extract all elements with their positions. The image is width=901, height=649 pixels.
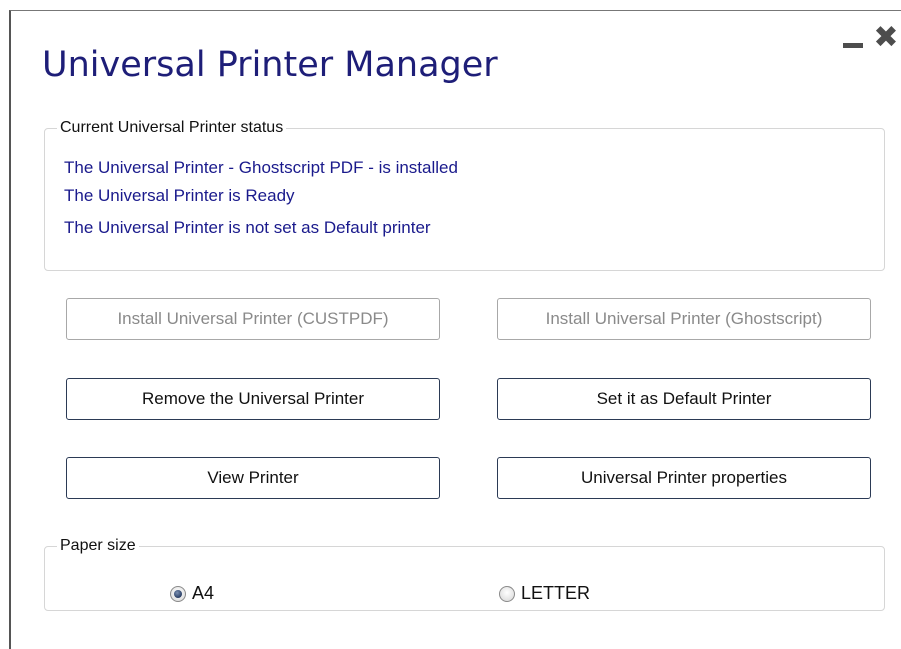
paper-size-group: Paper size A4 LETTER bbox=[44, 537, 885, 611]
install-ghostscript-button[interactable]: Install Universal Printer (Ghostscript) bbox=[497, 298, 871, 340]
radio-a4-indicator[interactable] bbox=[170, 585, 186, 602]
radio-a4[interactable]: A4 bbox=[170, 583, 214, 604]
set-default-printer-button[interactable]: Set it as Default Printer bbox=[497, 378, 871, 420]
app-title: Universal Printer Manager bbox=[42, 45, 498, 85]
radio-letter[interactable]: LETTER bbox=[499, 583, 590, 604]
printer-manager-window: ✖ Universal Printer Manager Current Univ… bbox=[9, 10, 901, 649]
status-line-default: The Universal Printer is not set as Defa… bbox=[64, 218, 431, 237]
status-group: Current Universal Printer status The Uni… bbox=[44, 119, 885, 271]
status-line-installed: The Universal Printer - Ghostscript PDF … bbox=[64, 158, 458, 177]
paper-size-legend: Paper size bbox=[60, 537, 136, 554]
titlebar-controls: ✖ bbox=[831, 11, 901, 53]
radio-letter-indicator[interactable] bbox=[499, 585, 515, 602]
close-icon[interactable]: ✖ bbox=[873, 23, 899, 53]
radio-a4-label: A4 bbox=[192, 583, 215, 603]
install-custpdf-button[interactable]: Install Universal Printer (CUSTPDF) bbox=[66, 298, 440, 340]
status-line-ready: The Universal Printer is Ready bbox=[64, 186, 295, 205]
radio-letter-label: LETTER bbox=[521, 583, 591, 603]
printer-properties-button[interactable]: Universal Printer properties bbox=[497, 457, 871, 499]
view-printer-button[interactable]: View Printer bbox=[66, 457, 440, 499]
remove-printer-button[interactable]: Remove the Universal Printer bbox=[66, 378, 440, 420]
minimize-icon[interactable] bbox=[841, 31, 865, 51]
status-legend: Current Universal Printer status bbox=[60, 119, 284, 136]
minimize-bar bbox=[843, 43, 863, 48]
